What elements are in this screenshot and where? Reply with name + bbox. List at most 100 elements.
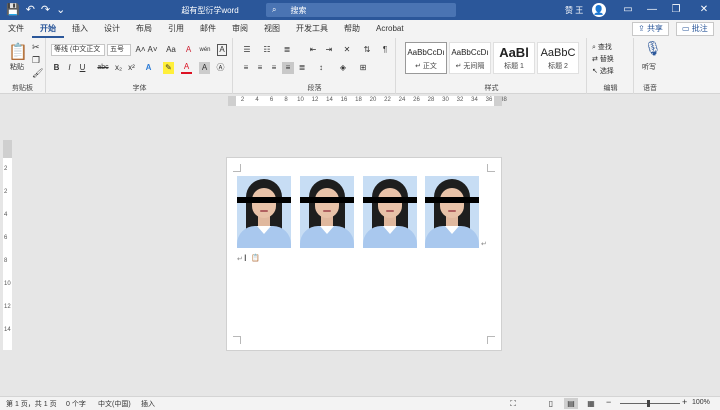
copy-icon[interactable]: ❐ (32, 55, 40, 66)
tab-acrobat[interactable]: Acrobat (368, 20, 412, 38)
phonetic-guide-icon[interactable]: wén (197, 44, 213, 56)
find-button[interactable]: ⌕ 查找 (592, 42, 612, 52)
ribbon-display-options-icon[interactable]: ▭ (616, 0, 640, 20)
text-effects-icon[interactable]: A (143, 62, 154, 74)
show-marks-icon[interactable]: ¶ (378, 44, 392, 56)
customize-qat-icon[interactable]: ⌄ (56, 0, 65, 20)
microphone-icon[interactable]: 🎙 (644, 40, 662, 57)
superscript-button[interactable]: x² (126, 62, 137, 74)
decrease-indent-icon[interactable]: ⇤ (306, 44, 320, 56)
font-color-icon[interactable]: A (181, 62, 192, 74)
bullets-icon[interactable]: ☰ (240, 44, 254, 56)
save-icon[interactable]: 💾 (6, 0, 20, 20)
align-center-icon[interactable]: ≡ (254, 62, 266, 74)
format-painter-icon[interactable]: 🖌 (32, 68, 43, 79)
insert-mode[interactable]: 插入 (141, 399, 155, 409)
underline-button[interactable]: U (77, 62, 88, 74)
shading-icon[interactable]: ◈ (336, 62, 350, 74)
font-name-combo[interactable]: 等线 (中文正文 (51, 44, 105, 56)
ribbon: 📋 粘贴 ✂ ❐ 🖌 剪贴板 等线 (中文正文 五号 A˄ A˅ Aa A wé… (0, 38, 720, 94)
tab-developer[interactable]: 开发工具 (288, 20, 336, 38)
print-layout-icon[interactable]: ▤ (564, 398, 578, 409)
page-count[interactable]: 第 1 页，共 1 页 (6, 399, 57, 409)
strikethrough-button[interactable]: abc (95, 62, 111, 74)
undo-icon[interactable]: ↶ (26, 0, 35, 20)
document-page[interactable]: ↵ ↵ I 📋 (226, 157, 502, 351)
web-layout-icon[interactable]: ▦ (584, 398, 598, 409)
clear-format-icon[interactable]: A (183, 44, 194, 56)
char-border-icon[interactable]: A (217, 44, 227, 56)
change-case-icon[interactable]: Aa (163, 44, 179, 56)
enclose-char-icon[interactable]: Ⓐ (215, 62, 226, 74)
grow-font-icon[interactable]: A˄ (135, 44, 146, 56)
chinese-layout-icon[interactable]: ✕ (340, 44, 354, 56)
align-right-icon[interactable]: ≡ (268, 62, 280, 74)
paste-label[interactable]: 粘贴 (10, 62, 24, 72)
find-label: 查找 (597, 44, 612, 51)
italic-button[interactable]: I (64, 62, 75, 74)
tab-design[interactable]: 设计 (96, 20, 128, 38)
ruler-tick-label: 8 (4, 258, 8, 264)
user-name[interactable]: 赞 王 (565, 5, 583, 16)
read-mode-icon[interactable]: ▯ (544, 398, 558, 409)
language-indicator[interactable]: 中文(中国) (98, 399, 131, 409)
zoom-level[interactable]: 100% (692, 399, 710, 406)
close-button[interactable]: ✕ (692, 0, 716, 20)
numbering-icon[interactable]: ☷ (260, 44, 274, 56)
tab-review[interactable]: 审阅 (224, 20, 256, 38)
zoom-in-icon[interactable]: + (682, 397, 687, 407)
share-button[interactable]: ⇪ 共享 (632, 22, 669, 36)
restore-button[interactable]: ❐ (664, 0, 688, 20)
char-shading-icon[interactable]: A (199, 62, 210, 74)
bold-button[interactable]: B (51, 62, 62, 74)
paste-icon[interactable]: 📋 (8, 42, 28, 62)
focus-mode-icon[interactable]: ⛶ (506, 398, 520, 409)
comments-button[interactable]: ▭ 批注 (676, 22, 714, 36)
avatar[interactable]: 👤 (592, 3, 606, 17)
select-button[interactable]: ↖ 选择 (592, 66, 614, 76)
shrink-font-icon[interactable]: A˅ (147, 44, 158, 56)
tab-help[interactable]: 帮助 (336, 20, 368, 38)
sort-icon[interactable]: ⇅ (360, 44, 374, 56)
highlight-icon[interactable]: ✎ (163, 62, 174, 74)
font-group: 等线 (中文正文 五号 A˄ A˅ Aa A wén A B I U abc x… (47, 38, 233, 94)
minimize-button[interactable]: — (640, 0, 664, 20)
paste-options-icon[interactable]: 📋 (251, 254, 260, 262)
replace-button[interactable]: ⇄ 替换 (592, 54, 614, 64)
redo-icon[interactable]: ↷ (41, 0, 50, 20)
multilevel-list-icon[interactable]: ≣ (280, 44, 294, 56)
horizontal-ruler[interactable]: 22468101214161820222426283032343638 (236, 96, 507, 106)
line-spacing-icon[interactable]: ↕ (314, 62, 328, 74)
dictate-label[interactable]: 听写 (642, 62, 656, 72)
subscript-button[interactable]: x₂ (113, 62, 124, 74)
style-no-spacing[interactable]: AaBbCcDı ↵ 无间隔 (449, 42, 491, 74)
justify-icon[interactable]: ≡ (282, 62, 294, 74)
id-photo-4[interactable] (425, 176, 479, 248)
tab-mailings[interactable]: 邮件 (192, 20, 224, 38)
increase-indent-icon[interactable]: ⇥ (322, 44, 336, 56)
id-photo-1[interactable] (237, 176, 291, 248)
align-left-icon[interactable]: ≡ (240, 62, 252, 74)
borders-icon[interactable]: ⊞ (356, 62, 370, 74)
tab-home[interactable]: 开始 (32, 21, 64, 38)
tab-layout[interactable]: 布局 (128, 20, 160, 38)
id-photo-3[interactable] (363, 176, 417, 248)
zoom-slider-track[interactable] (620, 403, 680, 404)
tab-view[interactable]: 视图 (256, 20, 288, 38)
style-heading-2[interactable]: AaBbC 标题 2 (537, 42, 579, 74)
style-heading-1[interactable]: AaBl 标题 1 (493, 42, 535, 74)
vertical-ruler[interactable]: 2 2 4 6 8 10 12 14 (3, 158, 12, 350)
id-photo-2[interactable] (300, 176, 354, 248)
tab-references[interactable]: 引用 (160, 20, 192, 38)
title-bar: 💾 ↶ ↷ ⌄ 超有型衍学word ⌕ 搜索 赞 王 👤 ▭ — ❐ ✕ (0, 0, 720, 20)
zoom-out-icon[interactable]: − (606, 397, 611, 407)
cut-icon[interactable]: ✂ (32, 42, 40, 53)
word-count[interactable]: 0 个字 (66, 399, 86, 409)
search-box[interactable]: ⌕ 搜索 (266, 3, 456, 17)
style-normal[interactable]: AaBbCcDı ↵ 正文 (405, 42, 447, 74)
distributed-icon[interactable]: ≣ (296, 62, 308, 74)
tab-insert[interactable]: 插入 (64, 20, 96, 38)
zoom-slider-thumb[interactable] (647, 400, 650, 407)
font-size-combo[interactable]: 五号 (107, 44, 131, 56)
tab-file[interactable]: 文件 (0, 20, 32, 38)
